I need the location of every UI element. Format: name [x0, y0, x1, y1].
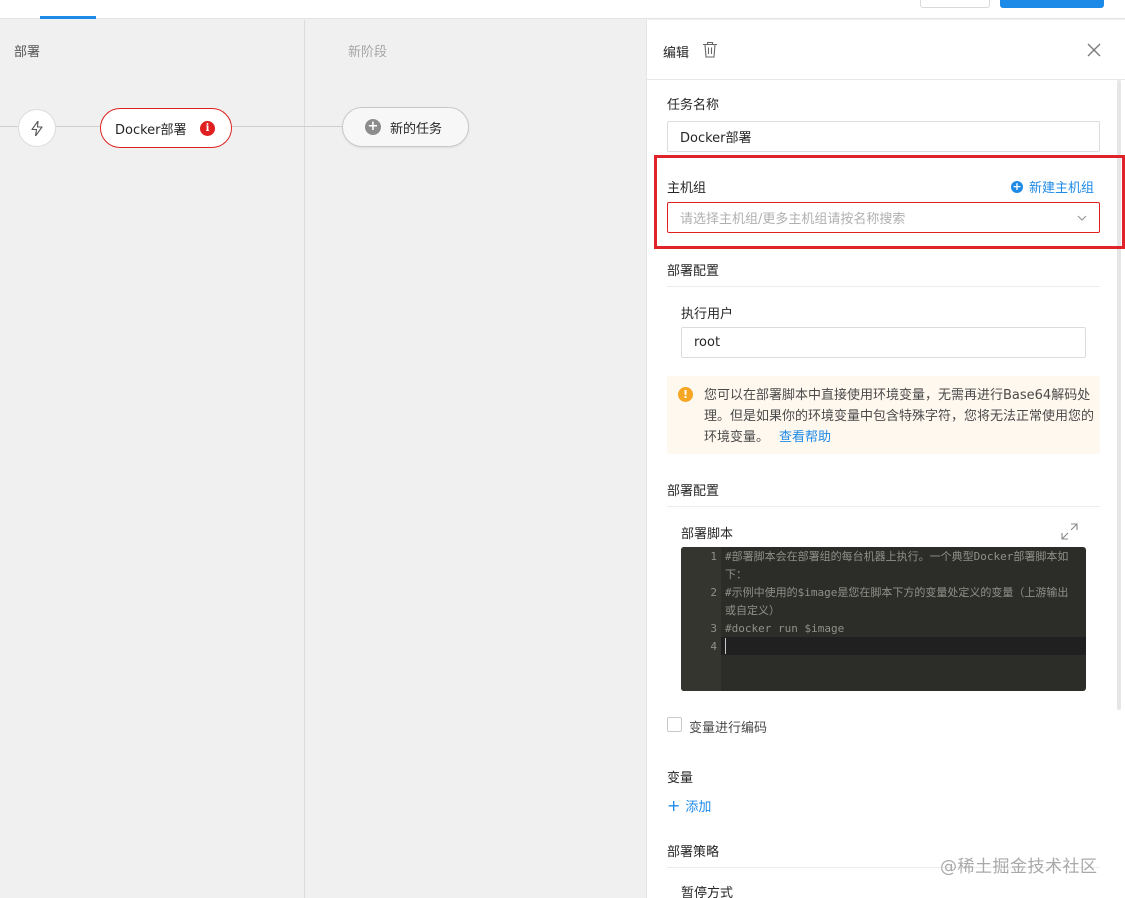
task-node-label: Docker部署: [115, 122, 187, 138]
panel-title: 编辑: [663, 46, 690, 61]
add-variable-label: 添加: [685, 800, 712, 815]
line-number: 2: [710, 586, 717, 599]
exec-user-input[interactable]: root: [681, 327, 1086, 358]
alert-message: 您可以在部署脚本中直接使用环境变量，无需再进行Base64解码处理。但是如果你的…: [704, 388, 1095, 445]
line-number: 3: [710, 622, 717, 635]
lightning-icon: [31, 120, 43, 136]
top-bar: [0, 0, 1125, 19]
top-secondary-button[interactable]: [920, 0, 990, 8]
line-number: 4: [710, 640, 717, 653]
env-var-alert: ! 您可以在部署脚本中直接使用环境变量，无需再进行Base64解码处理。但是如果…: [667, 376, 1100, 454]
new-task-button[interactable]: + 新的任务: [342, 107, 469, 147]
flow-connector: [0, 126, 18, 127]
exec-user-label: 执行用户: [681, 307, 734, 322]
alert-text: 您可以在部署脚本中直接使用环境变量，无需再进行Base64解码处理。但是如果你的…: [704, 385, 1094, 448]
trash-icon[interactable]: [702, 41, 718, 58]
watermark: @稀土掘金技术社区: [940, 857, 1098, 877]
code-text: #示例中使用的$image是您在脚本下方的变量处定义的变量（上游输出或自定义）: [725, 586, 1069, 617]
trigger-node[interactable]: [18, 109, 56, 147]
plus-icon: +: [667, 796, 681, 815]
pipeline-canvas: 部署 新阶段 Docker部署 i + 新的任务: [0, 20, 646, 898]
line-number: 1: [710, 550, 717, 563]
flow-connector: [232, 126, 342, 127]
error-badge-icon: i: [200, 121, 215, 136]
deploy-config-title: 部署配置: [667, 264, 720, 279]
active-line: [721, 637, 1086, 655]
encode-vars-label[interactable]: 变量进行编码: [689, 717, 767, 736]
script-label: 部署脚本: [681, 527, 734, 542]
stage-divider: [304, 20, 305, 898]
expand-icon[interactable]: [1061, 523, 1078, 540]
task-name-input[interactable]: Docker部署: [667, 121, 1100, 152]
task-name-label: 任务名称: [667, 98, 720, 113]
panel-header: 编辑: [647, 20, 1125, 80]
stage-title-new[interactable]: 新阶段: [348, 41, 387, 60]
divider: [667, 506, 1100, 507]
close-icon[interactable]: [1087, 43, 1101, 57]
warning-icon: !: [678, 387, 693, 402]
plus-circle-icon: +: [365, 119, 381, 135]
new-task-label: 新的任务: [390, 121, 443, 137]
deploy-config-title: 部署配置: [667, 484, 720, 499]
highlight-annotation-box: [654, 155, 1125, 249]
text-cursor: [725, 638, 726, 654]
script-editor[interactable]: 1 #部署脚本会在部署组的每台机器上执行。一个典型Docker部署脚本如下： 2…: [681, 547, 1086, 691]
pause-mode-label: 暂停方式: [681, 886, 734, 898]
editor-gutter: [681, 547, 721, 691]
edit-panel: 编辑 任务名称 Docker部署 主机组 + 新建主机组 请选择主机组/更多主机…: [646, 20, 1125, 898]
task-node-docker-deploy[interactable]: Docker部署 i: [100, 108, 232, 148]
app-root: 部署 新阶段 Docker部署 i + 新的任务 编辑 任务名称 Docker部…: [0, 0, 1125, 898]
flow-connector: [56, 126, 100, 127]
variables-title: 变量: [667, 771, 694, 786]
help-link[interactable]: 查看帮助: [779, 430, 831, 445]
strategy-title: 部署策略: [667, 845, 720, 860]
encode-vars-checkbox[interactable]: [667, 717, 682, 732]
stage-title-deploy: 部署: [14, 45, 41, 60]
code-text: #docker run $image: [725, 622, 845, 635]
divider: [667, 286, 1100, 287]
active-tab-indicator: [40, 16, 96, 19]
top-primary-button[interactable]: [1000, 0, 1104, 8]
add-variable-link[interactable]: + 添加: [667, 796, 711, 815]
code-text: #部署脚本会在部署组的每台机器上执行。一个典型Docker部署脚本如下：: [725, 550, 1069, 581]
